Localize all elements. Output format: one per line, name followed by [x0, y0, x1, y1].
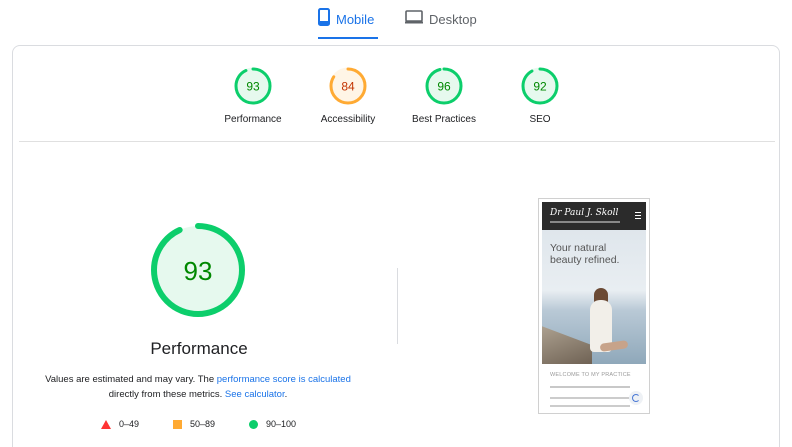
gauge-performance-label: Performance [224, 114, 282, 125]
triangle-icon [101, 419, 111, 429]
monitor-icon [405, 10, 423, 29]
gauge-performance[interactable]: 93 Performance [198, 66, 308, 125]
legend-pass: 90–100 [249, 418, 296, 430]
gauge-best-practices-ring: 96 [425, 67, 463, 105]
active-tab-indicator [318, 37, 378, 39]
square-icon [173, 419, 182, 429]
screenshot-welcome: WELCOME TO MY PRACTICE [550, 372, 631, 378]
report-card: 93 Performance 84 Accessibility 96 Best … [12, 45, 780, 447]
gauge-accessibility-ring: 84 [329, 67, 367, 105]
screenshot-text-line [550, 397, 634, 399]
smartphone-icon [318, 8, 330, 31]
gauge-seo[interactable]: 92 SEO [485, 66, 595, 125]
gauge-accessibility-label: Accessibility [320, 114, 376, 125]
vertical-divider [397, 268, 398, 344]
hamburger-menu-icon [635, 212, 641, 219]
legend-pass-range: 90–100 [266, 419, 297, 429]
pier-shape [542, 326, 592, 364]
circle-icon [249, 419, 258, 429]
performance-description: Values are estimated and may vary. The p… [33, 372, 363, 402]
performance-score: 93 [184, 256, 213, 286]
gauge-best-practices-score: 96 [437, 80, 451, 94]
performance-title: Performance [150, 339, 248, 358]
legend-average-range: 50–89 [190, 419, 216, 429]
gauge-best-practices-label: Best Practices [412, 114, 476, 125]
calculator-link[interactable]: See calculator [225, 389, 285, 400]
desc-prefix: Values are estimated and may vary. The [45, 374, 217, 385]
gauge-performance-ring: 93 [234, 67, 272, 105]
gauge-accessibility-score: 84 [341, 80, 355, 94]
screenshot-tagline [550, 221, 620, 223]
performance-gauge: 93 [151, 223, 245, 317]
section-divider [19, 141, 775, 142]
tab-mobile-label: Mobile [336, 12, 375, 27]
screenshot-hero-text: Your natural beauty refined. [550, 242, 620, 266]
legend-fail-range: 0–49 [119, 419, 140, 429]
gauge-seo-ring: 92 [521, 67, 559, 105]
legend-average: 50–89 [173, 418, 215, 430]
recaptcha-icon [629, 391, 643, 405]
screenshot-text-line [550, 386, 630, 388]
performance-score-link[interactable]: performance score is calculated [217, 374, 351, 385]
desc-middle: directly from these metrics. [108, 389, 225, 400]
screenshot-brand-logo: Dr Paul J. Skoll [550, 208, 619, 218]
gauge-seo-label: SEO [529, 114, 551, 125]
screenshot-header: Dr Paul J. Skoll [542, 202, 646, 230]
tab-desktop-label: Desktop [429, 12, 477, 27]
gauge-performance-score: 93 [246, 80, 260, 94]
tab-desktop[interactable]: Desktop [405, 8, 480, 38]
legend-fail: 0–49 [101, 418, 139, 430]
gauge-seo-score: 92 [533, 80, 547, 94]
tab-mobile[interactable]: Mobile [318, 8, 378, 39]
device-tabs: Mobile Desktop [0, 0, 792, 40]
gauge-best-practices[interactable]: 96 Best Practices [389, 66, 499, 125]
screenshot-text-line [550, 405, 630, 407]
screenshot-hero-image: Your natural beauty refined. [542, 230, 646, 364]
desc-suffix: . [284, 389, 288, 400]
gauge-accessibility[interactable]: 84 Accessibility [293, 66, 403, 125]
final-screenshot: Dr Paul J. Skoll Your natural beauty ref… [538, 198, 650, 414]
